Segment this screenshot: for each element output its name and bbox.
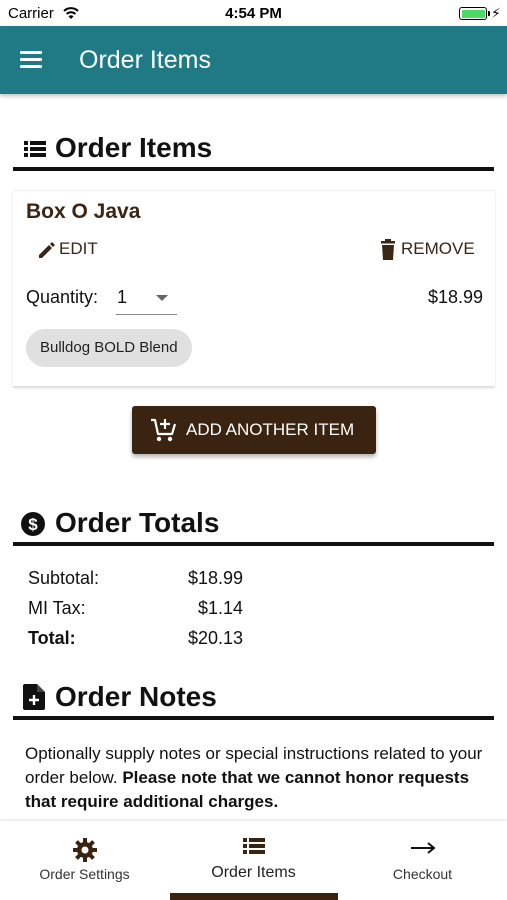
caret-down-icon (156, 295, 168, 301)
app-bar: Order Items (0, 26, 507, 94)
battery-icon (459, 7, 487, 20)
remove-label: REMOVE (401, 239, 475, 258)
quantity-label: Quantity: (26, 287, 99, 307)
status-bar: Carrier 4:54 PM ⚡ (0, 0, 507, 26)
tax-label: MI Tax: (28, 598, 86, 618)
list-icon (24, 141, 46, 157)
notes-instructions: Optionally supply notes or special instr… (25, 742, 493, 814)
quantity-value: 1 (117, 287, 128, 307)
arrow-right-icon (411, 842, 436, 854)
tax-row: MI Tax: $1.14 (28, 598, 258, 622)
status-time: 4:54 PM (225, 5, 282, 22)
gear-icon (73, 838, 97, 862)
subtotal-value: $18.99 (187, 568, 243, 588)
nav-order-settings[interactable]: Order Settings (0, 821, 169, 900)
dollar-circle-icon: $ (21, 512, 45, 536)
add-another-item-button[interactable]: ADD ANOTHER ITEM (132, 406, 376, 454)
active-tab-indicator (170, 893, 338, 900)
total-row: Total: $20.13 (28, 628, 258, 652)
nav-order-items[interactable]: Order Items (169, 821, 338, 900)
tax-value: $1.14 (197, 598, 243, 618)
quantity-select[interactable]: 1 (116, 279, 177, 315)
section-title: Order Notes (55, 681, 217, 712)
order-items-header: Order Items (13, 131, 494, 171)
order-totals-header: $ Order Totals (13, 506, 494, 546)
edit-label: EDIT (59, 239, 98, 258)
battery-tip (488, 11, 490, 16)
item-name: Box O Java (26, 200, 141, 223)
list-icon (243, 838, 265, 854)
bottom-navigation: Order Settings Order Items Checkout (0, 821, 507, 900)
hamburger-menu-icon[interactable] (20, 51, 42, 69)
add-button-label: ADD ANOTHER ITEM (186, 420, 355, 439)
total-value: $20.13 (187, 628, 243, 648)
order-notes-header: Order Notes (13, 680, 494, 720)
charging-bolt-icon: ⚡ (491, 5, 501, 21)
note-add-icon (23, 684, 45, 710)
section-title: Order Totals (55, 507, 220, 538)
nav-label: Order Settings (39, 866, 130, 882)
subtotal-row: Subtotal: $18.99 (28, 568, 258, 592)
section-title: Order Items (55, 132, 213, 163)
total-label: Total: (28, 628, 76, 648)
nav-checkout[interactable]: Checkout (338, 821, 507, 900)
item-price: $18.99 (427, 287, 483, 307)
remove-button[interactable]: REMOVE (379, 238, 489, 262)
order-item-card: Box O Java EDIT REMOVE Quantity: 1 $18.9… (13, 190, 495, 386)
svg-text:$: $ (28, 515, 38, 534)
subtotal-label: Subtotal: (28, 568, 100, 588)
option-chip: Bulldog BOLD Blend (26, 329, 192, 367)
app-bar-title: Order Items (79, 46, 211, 74)
pencil-icon (39, 242, 55, 258)
add-cart-icon (151, 418, 177, 442)
nav-label: Checkout (392, 866, 453, 882)
nav-label: Order Items (211, 864, 296, 881)
trash-icon (381, 239, 395, 260)
